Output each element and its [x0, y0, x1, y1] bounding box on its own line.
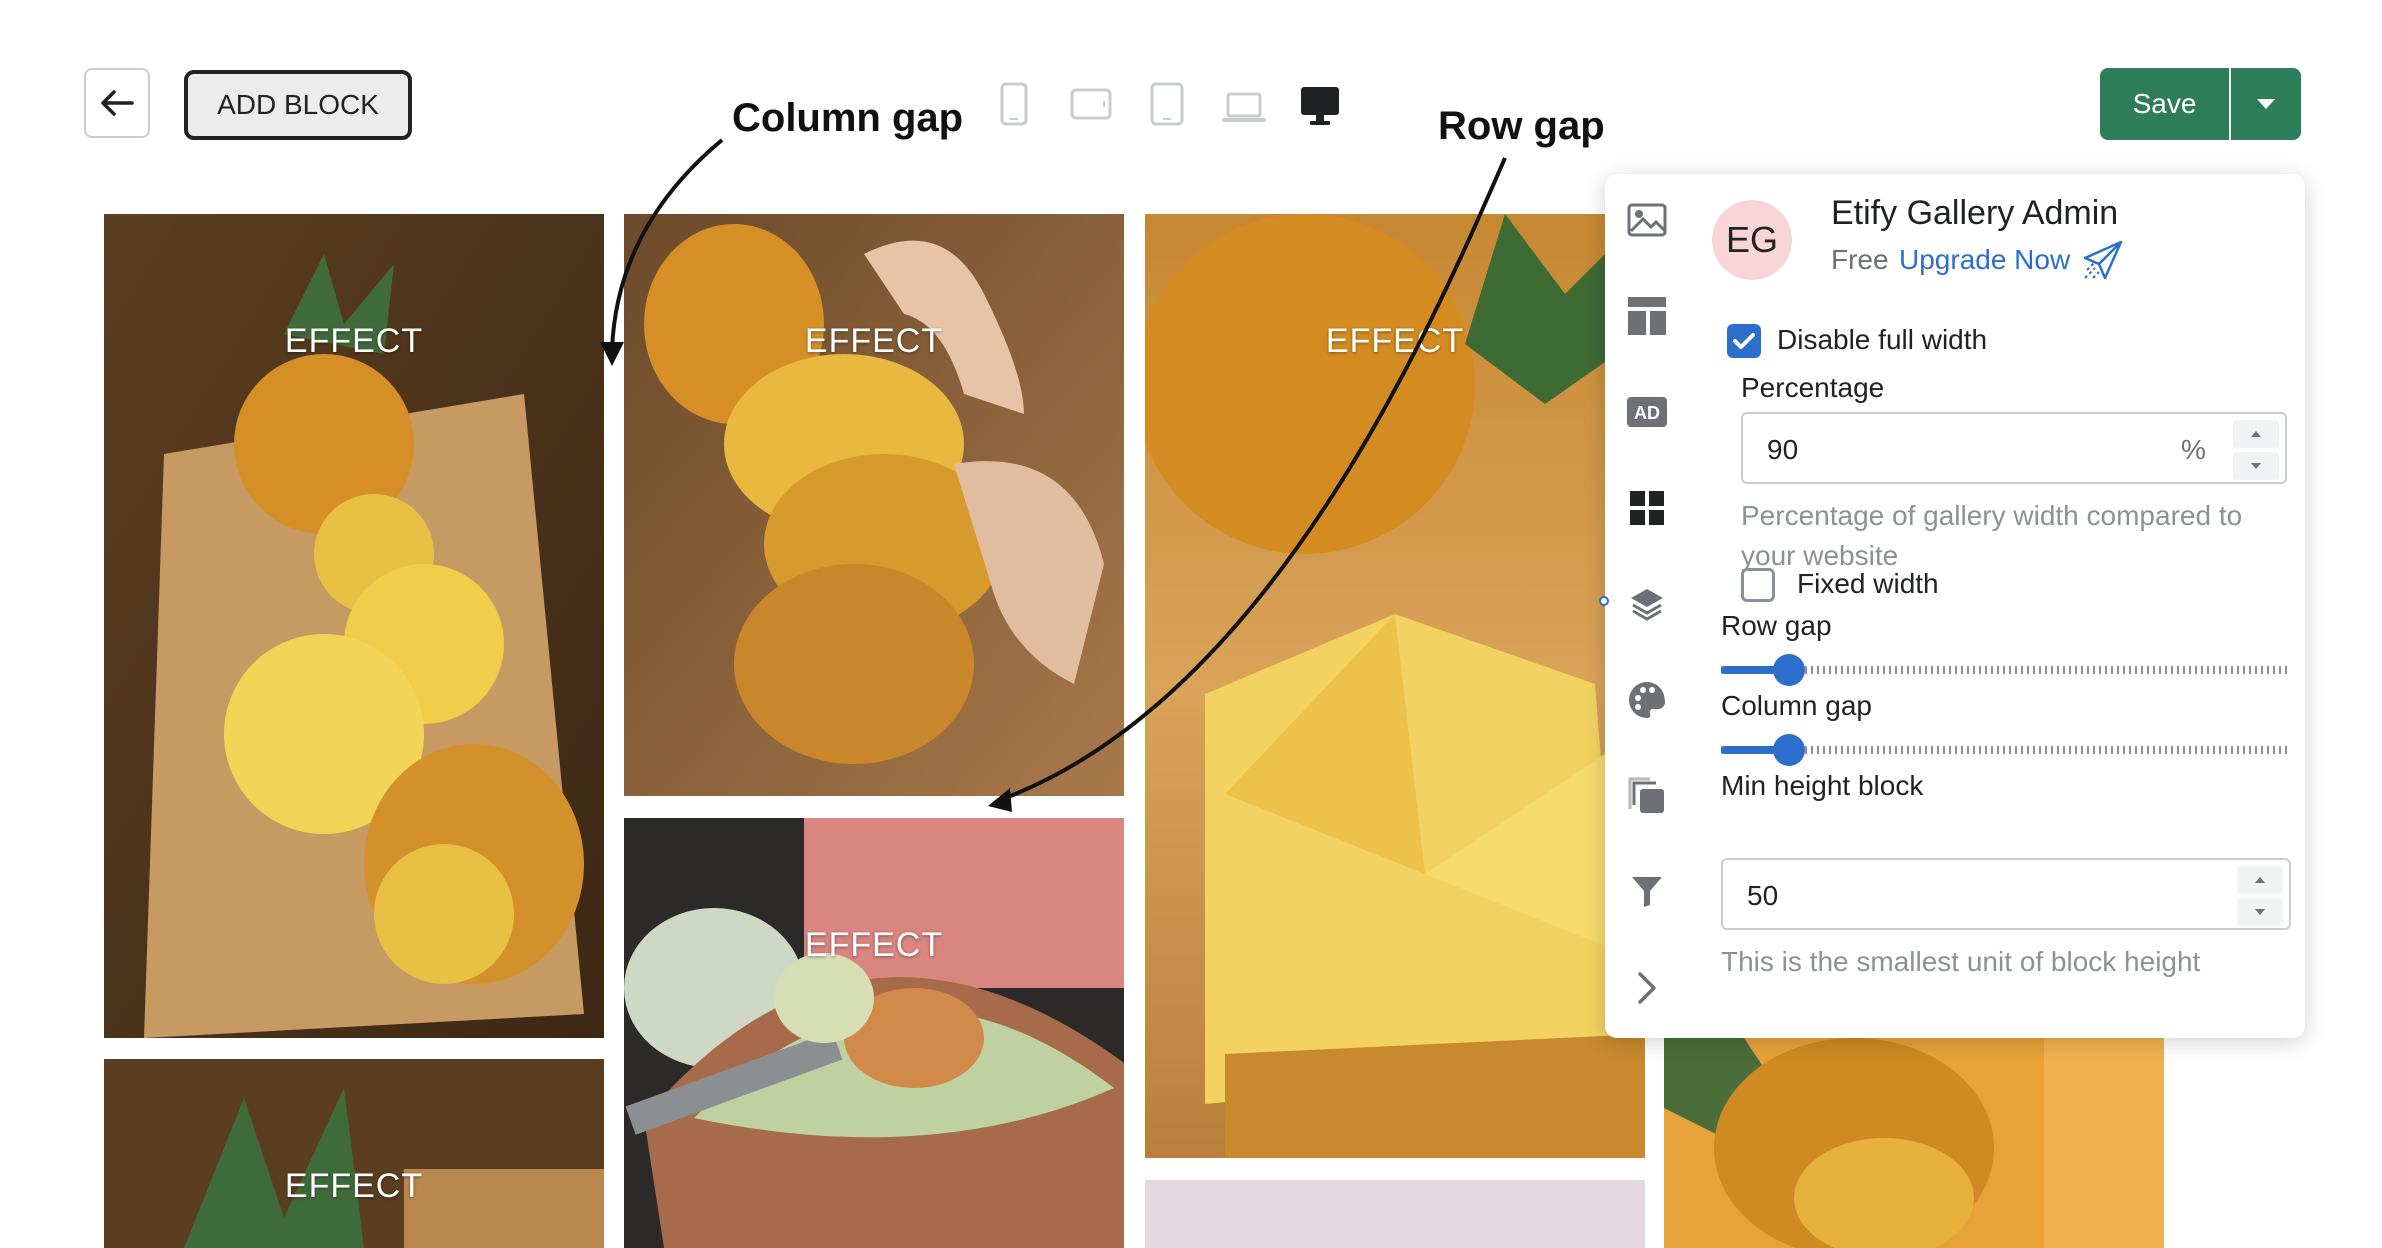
- min-height-input[interactable]: 50: [1721, 858, 2291, 930]
- grid-icon[interactable]: [1625, 486, 1669, 530]
- layers-icon[interactable]: [1625, 582, 1669, 626]
- slider-thumb[interactable]: [1773, 654, 1805, 686]
- column-gap-slider[interactable]: [1721, 730, 2291, 770]
- panel-resize-handle[interactable]: [1599, 596, 1609, 606]
- min-height-label: Min height block: [1721, 770, 1924, 801]
- percentage-label: Percentage: [1741, 372, 1885, 403]
- image-icon[interactable]: [1625, 198, 1669, 242]
- ad-icon[interactable]: AD: [1625, 390, 1669, 434]
- slider-track: [1721, 666, 2291, 674]
- percentage-stepper[interactable]: [2233, 420, 2279, 480]
- increment-button[interactable]: [2233, 420, 2279, 448]
- column-gap-arrow: [610, 138, 724, 351]
- fixed-width-label: Fixed width: [1797, 568, 1939, 599]
- min-height-help: This is the smallest unit of block heigh…: [1721, 946, 2201, 977]
- percentage-input[interactable]: 90 %: [1741, 412, 2287, 484]
- layout-icon[interactable]: [1625, 294, 1669, 338]
- row-gap-slider[interactable]: [1721, 650, 2291, 690]
- column-gap-label: Column gap: [1721, 690, 1872, 721]
- percentage-value: 90: [1767, 434, 1799, 465]
- copy-icon[interactable]: [1625, 774, 1669, 818]
- paper-plane-icon[interactable]: [2083, 240, 2123, 280]
- caret-down-icon: [2255, 909, 2265, 915]
- svg-text:AD: AD: [1634, 403, 1660, 423]
- slider-thumb[interactable]: [1773, 734, 1805, 766]
- gallery-settings-panel: AD EG Etify Gallery Admin Free Upgrade N…: [1599, 174, 2305, 1038]
- user-name: Etify Gallery Admin: [1831, 194, 2119, 232]
- percentage-unit: %: [2181, 434, 2206, 465]
- decrement-button[interactable]: [2237, 898, 2283, 926]
- slider-track: [1721, 746, 2291, 754]
- row-gap-arrow: [999, 157, 1507, 802]
- increment-button[interactable]: [2237, 866, 2283, 894]
- decrement-button[interactable]: [2233, 452, 2279, 480]
- caret-up-icon: [2251, 431, 2261, 437]
- disable-full-width-label: Disable full width: [1777, 324, 1988, 355]
- fixed-width-checkbox[interactable]: [1741, 568, 1775, 602]
- caret-up-icon: [2255, 877, 2265, 883]
- check-icon: [1733, 333, 1755, 349]
- avatar: EG: [1712, 200, 1792, 280]
- percentage-help: Percentage of gallery width compared to …: [1741, 500, 2243, 571]
- filter-icon[interactable]: [1625, 870, 1669, 914]
- row-gap-label: Row gap: [1721, 610, 1832, 641]
- plan-label: Free: [1831, 244, 1889, 275]
- palette-icon[interactable]: [1625, 678, 1669, 722]
- caret-down-icon: [2251, 463, 2261, 469]
- min-height-stepper[interactable]: [2237, 866, 2283, 926]
- min-height-value: 50: [1747, 880, 1779, 911]
- chevron-right-icon[interactable]: [1625, 966, 1669, 1010]
- upgrade-link[interactable]: Upgrade Now: [1899, 244, 2070, 276]
- disable-full-width-checkbox[interactable]: [1727, 324, 1761, 358]
